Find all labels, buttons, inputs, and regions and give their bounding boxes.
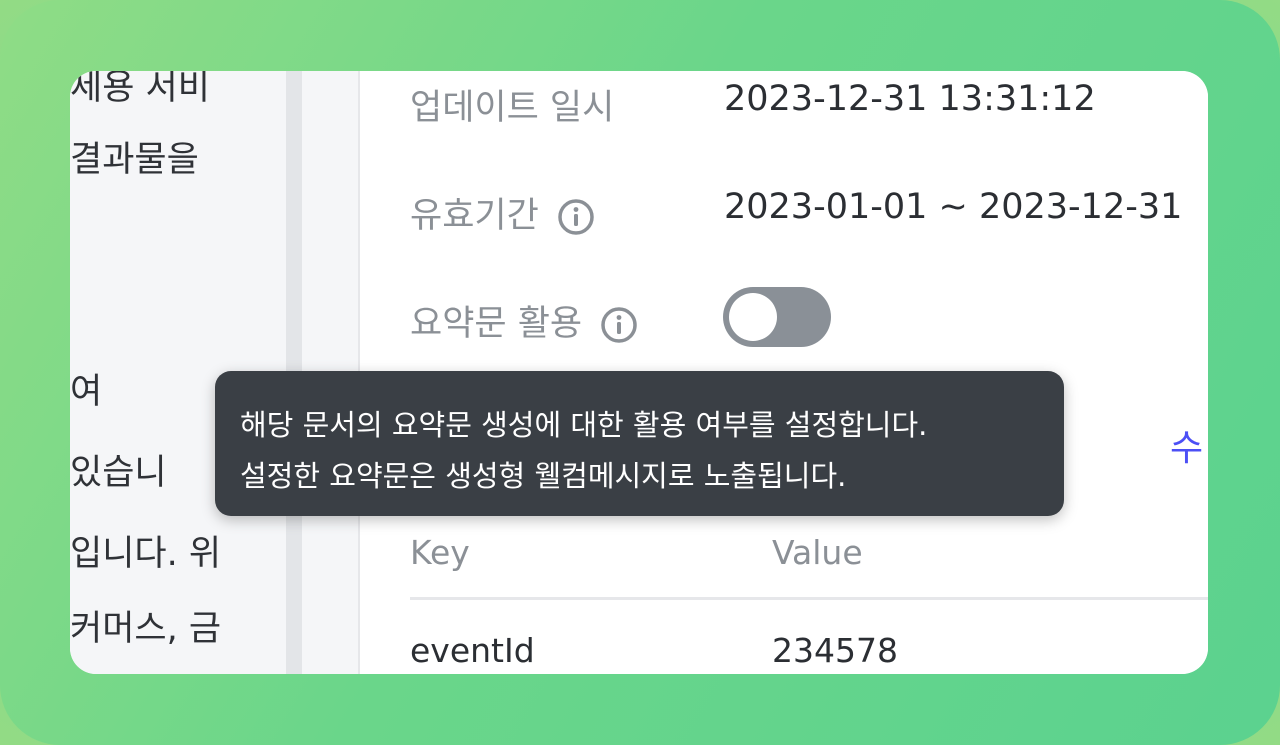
table-cell-key: eventId (410, 631, 535, 670)
document-text-line: 커머스, 금 (70, 609, 222, 649)
toggle-knob (729, 293, 777, 341)
validity-label: 유효기간 (410, 196, 539, 236)
document-text-line: 입니다. 위 (70, 534, 222, 574)
document-text-line: 세용 서비 (70, 71, 210, 108)
summary-info-tooltip: 해당 문서의 요약문 생성에 대한 활용 여부를 설정합니다. 설정한 요약문은… (215, 371, 1064, 516)
updated-at-value: 2023-12-31 13:31:12 (724, 79, 1096, 119)
tooltip-text-line-1: 해당 문서의 요약문 생성에 대한 활용 여부를 설정합니다. (240, 408, 928, 442)
validity-value: 2023-01-01 ~ 2023-12-31 (724, 187, 1183, 227)
table-header-key: Key (410, 533, 470, 572)
edit-link[interactable]: 수 (1170, 419, 1203, 471)
table-cell-value: 234578 (772, 631, 898, 670)
tooltip-text-line-2: 설정한 요약문은 생성형 웰컴메시지로 노출됩니다. (240, 459, 847, 493)
info-icon[interactable] (600, 306, 638, 344)
summary-label-row: 요약문 활용 (410, 295, 638, 346)
summary-usage-label: 요약문 활용 (410, 304, 583, 344)
info-icon[interactable] (557, 198, 595, 236)
updated-at-label: 업데이트 일시 (410, 88, 615, 128)
summary-usage-toggle[interactable] (723, 287, 831, 347)
table-header-value: Value (772, 533, 863, 572)
document-text-line: 있습니 (70, 453, 167, 493)
validity-label-row: 유효기간 (410, 187, 595, 238)
document-text-line: 여 (70, 372, 103, 412)
table-divider (410, 597, 1208, 600)
document-text-line: 결과물을 (70, 140, 199, 180)
